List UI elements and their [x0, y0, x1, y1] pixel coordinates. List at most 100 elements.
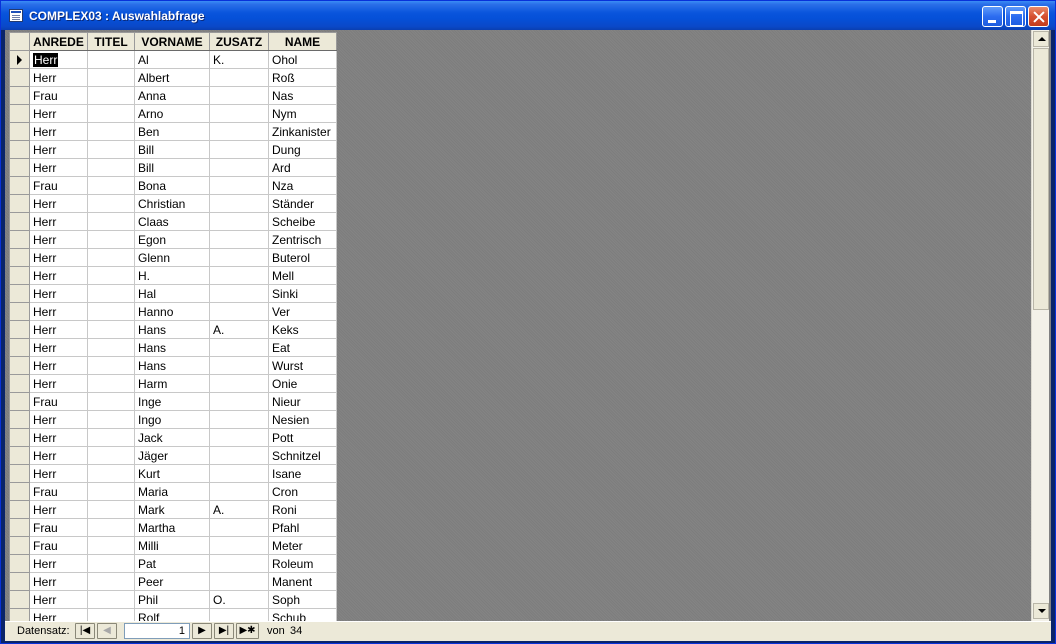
cell-name[interactable]: Meter: [268, 536, 337, 555]
row-selector[interactable]: [9, 122, 30, 141]
cell-titel[interactable]: [87, 284, 135, 303]
cell-vorname[interactable]: Anna: [134, 86, 210, 105]
last-record-button[interactable]: ▶|: [214, 623, 234, 639]
cell-titel[interactable]: [87, 554, 135, 573]
cell-titel[interactable]: [87, 140, 135, 159]
cell-titel[interactable]: [87, 590, 135, 609]
datasheet-icon[interactable]: [9, 9, 23, 22]
cell-anrede[interactable]: Herr: [29, 446, 88, 465]
cell-anrede[interactable]: Herr: [29, 50, 88, 69]
cell-anrede[interactable]: Herr: [29, 428, 88, 447]
cell-anrede[interactable]: Herr: [29, 500, 88, 519]
title-bar[interactable]: COMPLEX03 : Auswahlabfrage: [1, 1, 1055, 30]
first-record-button[interactable]: |◀: [75, 623, 95, 639]
cell-zusatz[interactable]: [209, 68, 269, 87]
cell-name[interactable]: Mell: [268, 266, 337, 285]
cell-zusatz[interactable]: A.: [209, 320, 269, 339]
cell-name[interactable]: Keks: [268, 320, 337, 339]
cell-anrede[interactable]: Frau: [29, 518, 88, 537]
cell-vorname[interactable]: Peer: [134, 572, 210, 591]
cell-anrede[interactable]: Frau: [29, 86, 88, 105]
row-selector[interactable]: [9, 212, 30, 231]
row-selector[interactable]: [9, 536, 30, 555]
cell-zusatz[interactable]: [209, 86, 269, 105]
cell-anrede[interactable]: Herr: [29, 608, 88, 621]
previous-record-button[interactable]: ◀: [97, 623, 117, 639]
cell-titel[interactable]: [87, 428, 135, 447]
column-header-anrede[interactable]: ANREDE: [29, 32, 88, 51]
cell-name[interactable]: Dung: [268, 140, 337, 159]
cell-zusatz[interactable]: [209, 194, 269, 213]
table-row[interactable]: Herr Glenn Buterol: [9, 248, 337, 267]
cell-anrede[interactable]: Herr: [29, 320, 88, 339]
cell-vorname[interactable]: Mark: [134, 500, 210, 519]
cell-name[interactable]: Nas: [268, 86, 337, 105]
cell-vorname[interactable]: Arno: [134, 104, 210, 123]
cell-name[interactable]: Ohol: [268, 50, 337, 69]
vertical-scrollbar[interactable]: [1031, 30, 1049, 621]
cell-anrede[interactable]: Herr: [29, 68, 88, 87]
cell-vorname[interactable]: Phil: [134, 590, 210, 609]
row-selector[interactable]: [9, 392, 30, 411]
cell-vorname[interactable]: Hans: [134, 338, 210, 357]
record-number-input[interactable]: [124, 623, 190, 639]
next-record-button[interactable]: ▶: [192, 623, 212, 639]
table-row[interactable]: Herr Ben Zinkanister: [9, 122, 337, 141]
scroll-up-button[interactable]: [1033, 31, 1049, 47]
row-selector[interactable]: [9, 320, 30, 339]
cell-titel[interactable]: [87, 500, 135, 519]
cell-anrede[interactable]: Herr: [29, 338, 88, 357]
cell-titel[interactable]: [87, 374, 135, 393]
cell-vorname[interactable]: Inge: [134, 392, 210, 411]
cell-anrede[interactable]: Herr: [29, 356, 88, 375]
column-header-name[interactable]: NAME: [268, 32, 337, 51]
row-selector[interactable]: [9, 590, 30, 609]
cell-vorname[interactable]: Al: [134, 50, 210, 69]
scroll-thumb[interactable]: [1033, 48, 1049, 310]
row-selector[interactable]: [9, 374, 30, 393]
cell-vorname[interactable]: Harm: [134, 374, 210, 393]
row-selector[interactable]: [9, 140, 30, 159]
cell-vorname[interactable]: Christian: [134, 194, 210, 213]
cell-name[interactable]: Nesien: [268, 410, 337, 429]
cell-zusatz[interactable]: [209, 410, 269, 429]
table-row[interactable]: Herr Al K. Ohol: [9, 50, 337, 69]
cell-anrede[interactable]: Herr: [29, 464, 88, 483]
cell-titel[interactable]: [87, 158, 135, 177]
cell-titel[interactable]: [87, 482, 135, 501]
cell-anrede[interactable]: Frau: [29, 392, 88, 411]
minimize-button[interactable]: [982, 6, 1003, 27]
cell-name[interactable]: Ständer: [268, 194, 337, 213]
row-selector[interactable]: [9, 176, 30, 195]
cell-name[interactable]: Cron: [268, 482, 337, 501]
cell-zusatz[interactable]: [209, 554, 269, 573]
cell-zusatz[interactable]: [209, 536, 269, 555]
cell-titel[interactable]: [87, 68, 135, 87]
cell-vorname[interactable]: Claas: [134, 212, 210, 231]
cell-zusatz[interactable]: [209, 482, 269, 501]
cell-name[interactable]: Nza: [268, 176, 337, 195]
row-selector[interactable]: [9, 482, 30, 501]
cell-vorname[interactable]: Jäger: [134, 446, 210, 465]
cell-name[interactable]: Roß: [268, 68, 337, 87]
cell-name[interactable]: Nieur: [268, 392, 337, 411]
column-header-titel[interactable]: TITEL: [87, 32, 135, 51]
table-row[interactable]: Herr Bill Ard: [9, 158, 337, 177]
cell-anrede[interactable]: Herr: [29, 284, 88, 303]
cell-titel[interactable]: [87, 266, 135, 285]
column-header-vorname[interactable]: VORNAME: [134, 32, 210, 51]
row-selector[interactable]: [9, 356, 30, 375]
table-row[interactable]: Herr Rolf Schub: [9, 608, 337, 621]
row-selector[interactable]: [9, 248, 30, 267]
table-row[interactable]: Herr Jack Pott: [9, 428, 337, 447]
cell-name[interactable]: Pott: [268, 428, 337, 447]
cell-vorname[interactable]: Kurt: [134, 464, 210, 483]
cell-vorname[interactable]: Pat: [134, 554, 210, 573]
row-selector[interactable]: [9, 158, 30, 177]
cell-anrede[interactable]: Herr: [29, 374, 88, 393]
cell-zusatz[interactable]: [209, 176, 269, 195]
cell-vorname[interactable]: Egon: [134, 230, 210, 249]
cell-name[interactable]: Schub: [268, 608, 337, 621]
cell-name[interactable]: Roleum: [268, 554, 337, 573]
cell-titel[interactable]: [87, 536, 135, 555]
